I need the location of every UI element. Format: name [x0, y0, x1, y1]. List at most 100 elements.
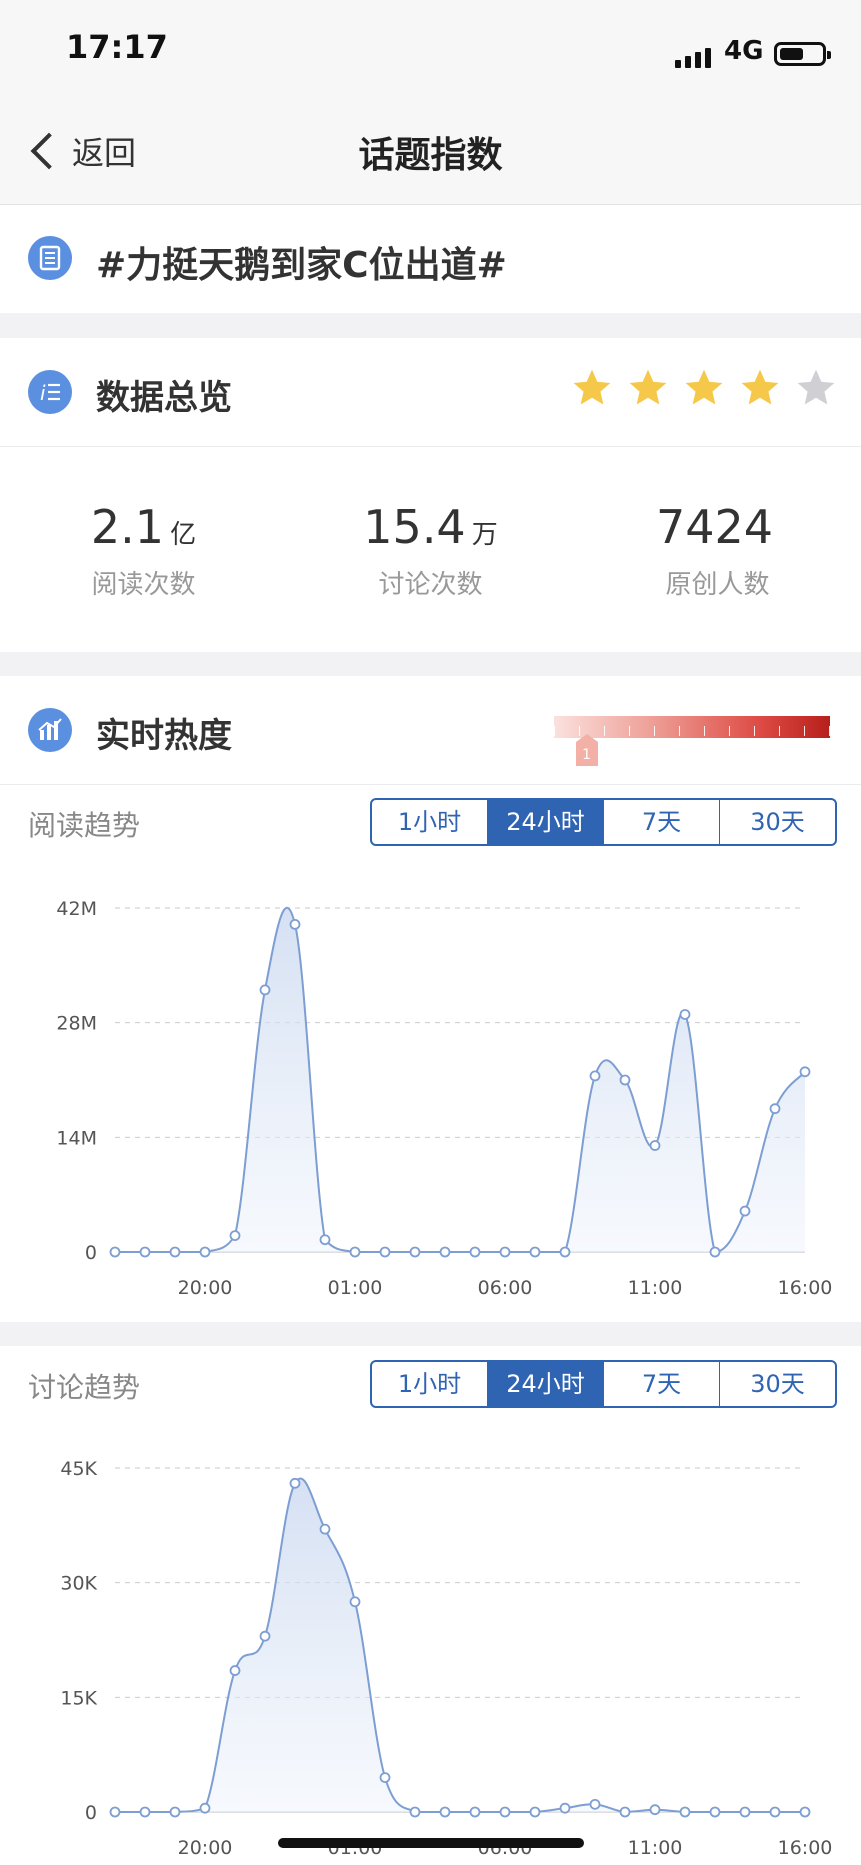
stat-reads: 2.1 亿 阅读次数 — [0, 500, 287, 601]
read-trend-title: 阅读趋势 — [28, 809, 141, 842]
battery-icon — [774, 42, 831, 66]
data-point — [649, 1804, 661, 1816]
data-point — [589, 1070, 601, 1082]
y-tick-label: 28M — [56, 1013, 97, 1035]
data-point — [229, 1665, 241, 1676]
discuss-range-tabs: 1小时 24小时 7天 30天 — [370, 1360, 837, 1408]
stat-unit: 万 — [471, 520, 498, 550]
tab-30d[interactable]: 30天 — [720, 800, 835, 844]
data-point — [709, 1806, 721, 1818]
data-point — [799, 1806, 811, 1818]
discuss-trend-title: 讨论趋势 — [28, 1371, 141, 1404]
data-point — [469, 1806, 481, 1818]
x-tick-label: 06:00 — [478, 1277, 533, 1299]
home-indicator[interactable] — [278, 1838, 584, 1848]
data-point — [499, 1806, 511, 1818]
data-point — [529, 1806, 541, 1818]
data-point — [349, 1246, 361, 1258]
star-icon — [573, 369, 611, 405]
stat-discussions: 15.4 万 讨论次数 — [287, 500, 574, 601]
star-icon — [685, 369, 723, 405]
x-tick-label: 01:00 — [328, 1277, 383, 1299]
heat-level-marker: 1 — [575, 734, 598, 766]
data-point — [529, 1246, 541, 1258]
list-doc-icon — [28, 236, 72, 280]
area-fill — [115, 907, 805, 1252]
data-point — [619, 1806, 631, 1818]
tab-1h[interactable]: 1小时 — [372, 800, 488, 844]
star-icon — [797, 369, 835, 405]
stat-label: 阅读次数 — [91, 570, 196, 600]
data-point — [559, 1246, 571, 1258]
x-tick-label: 11:00 — [628, 1837, 683, 1859]
data-point — [469, 1246, 481, 1258]
heat-title: 实时热度 — [96, 716, 232, 756]
divider — [0, 784, 861, 785]
data-point — [289, 918, 301, 930]
stat-unit: 亿 — [170, 520, 197, 550]
page-title: 话题指数 — [358, 135, 503, 176]
x-tick-label: 16:00 — [778, 1837, 833, 1859]
y-tick-label: 30K — [60, 1573, 97, 1595]
y-tick-label: 0 — [85, 1802, 97, 1824]
data-point — [229, 1230, 241, 1242]
tab-1h[interactable]: 1小时 — [372, 1362, 488, 1406]
data-point — [799, 1066, 811, 1078]
bar-chart-icon — [28, 708, 72, 752]
data-point — [409, 1806, 421, 1818]
data-point — [259, 984, 271, 996]
tab-7d[interactable]: 7天 — [604, 800, 720, 844]
data-point — [439, 1246, 451, 1258]
data-point — [379, 1246, 391, 1258]
tab-30d[interactable]: 30天 — [720, 1362, 835, 1406]
x-tick-label: 20:00 — [178, 1277, 233, 1299]
svg-text:i: i — [40, 381, 46, 405]
y-tick-label: 45K — [60, 1458, 97, 1480]
data-point — [319, 1523, 331, 1535]
data-point — [769, 1806, 781, 1818]
stat-value: 7424 — [655, 500, 774, 554]
y-tick-label: 14M — [56, 1127, 97, 1149]
data-point — [589, 1798, 601, 1810]
data-point — [379, 1772, 391, 1784]
area-fill — [115, 1478, 805, 1812]
data-point — [259, 1630, 271, 1642]
topic-name: #力挺天鹅到家C位出道# — [96, 245, 507, 286]
data-point — [139, 1246, 151, 1258]
tab-7d[interactable]: 7天 — [604, 1362, 720, 1406]
data-point — [649, 1140, 661, 1151]
data-point — [679, 1806, 691, 1818]
tab-24h[interactable]: 24小时 — [488, 800, 604, 844]
discuss-trend-chart: 015K30K45K20:00 01:00 06:00 11:00 16:00 — [60, 1458, 833, 1859]
stat-label: 讨论次数 — [378, 570, 483, 600]
list-icon: i — [28, 370, 72, 414]
divider — [0, 446, 861, 447]
data-point — [139, 1806, 151, 1818]
data-point — [349, 1596, 361, 1608]
stat-originals: 7424 原创人数 — [574, 500, 861, 601]
data-point — [709, 1246, 721, 1258]
data-point — [439, 1806, 451, 1818]
data-point — [409, 1246, 421, 1258]
data-point — [169, 1806, 181, 1818]
data-point — [109, 1806, 121, 1818]
rating-stars — [570, 366, 838, 410]
data-point — [559, 1802, 571, 1814]
read-range-tabs: 1小时 24小时 7天 30天 — [370, 798, 837, 846]
data-point — [499, 1246, 511, 1258]
data-point — [619, 1074, 631, 1086]
tab-24h[interactable]: 24小时 — [488, 1362, 604, 1406]
stat-label: 原创人数 — [665, 570, 770, 600]
data-point — [199, 1802, 211, 1814]
x-tick-label: 16:00 — [778, 1277, 833, 1299]
x-tick-label: 20:00 — [178, 1837, 233, 1859]
data-point — [319, 1234, 331, 1246]
star-icon — [741, 369, 779, 405]
data-point — [679, 1009, 691, 1020]
data-point — [769, 1103, 781, 1115]
data-point — [739, 1205, 751, 1217]
signal-icon — [675, 48, 711, 68]
y-tick-label: 0 — [85, 1242, 97, 1264]
overview-title: 数据总览 — [96, 378, 232, 418]
data-point — [169, 1246, 181, 1258]
